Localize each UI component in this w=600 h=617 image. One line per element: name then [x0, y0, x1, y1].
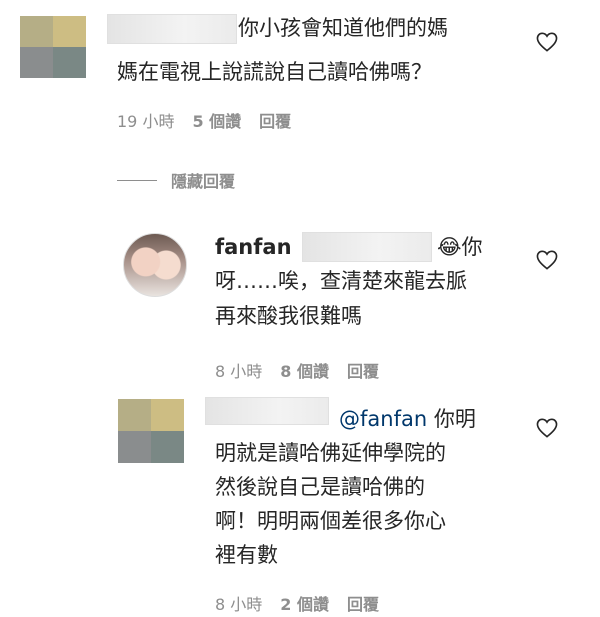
- like-count[interactable]: 8 個讚: [280, 358, 329, 382]
- avatar-tile: [118, 431, 151, 463]
- reply-text: 再來酸我很難嗎: [215, 304, 362, 328]
- avatar-tile: [20, 16, 53, 47]
- avatar-tile: [118, 399, 151, 431]
- hide-replies-toggle[interactable]: 隱藏回覆: [117, 168, 235, 192]
- avatar-tile: [53, 47, 86, 78]
- redacted-username: [205, 397, 329, 425]
- reply-text: 明就是讀哈佛延伸學院的: [215, 441, 446, 465]
- avatar-tile: [20, 47, 53, 78]
- reply-time[interactable]: 8 小時: [215, 358, 262, 382]
- reply-text: 啊！明明兩個差很多你心: [215, 509, 446, 533]
- reply-text: 呀……唉，查清楚來龍去脈: [215, 269, 467, 293]
- heart-icon[interactable]: [536, 418, 558, 438]
- redacted-username: [107, 14, 237, 44]
- heart-icon[interactable]: [536, 32, 558, 52]
- hide-replies-label: 隱藏回覆: [171, 172, 236, 191]
- divider-line: [117, 179, 157, 181]
- mention-link[interactable]: @fanfan: [339, 407, 427, 431]
- reply-button[interactable]: 回覆: [347, 591, 379, 615]
- avatar[interactable]: [20, 16, 86, 78]
- username-link[interactable]: fanfan: [215, 235, 292, 259]
- reply-time[interactable]: 8 小時: [215, 591, 262, 615]
- reply-text: 😂你: [437, 235, 483, 259]
- redacted-text: [302, 232, 432, 262]
- comment-time[interactable]: 19 小時: [117, 108, 174, 132]
- comment-text: 你小孩會知道他們的媽: [238, 16, 448, 40]
- reply-text: 裡有數: [215, 543, 278, 567]
- reply-meta: 8 小時 8 個讚 回覆: [215, 358, 379, 382]
- reply-text: 然後說自己是讀哈佛的: [215, 475, 425, 499]
- reply-text-tail: 你明: [433, 407, 476, 431]
- avatar[interactable]: [123, 233, 187, 297]
- like-count[interactable]: 2 個讚: [280, 591, 329, 615]
- reply-text: @fanfan 你明: [339, 404, 476, 434]
- reply-meta: 8 小時 2 個讚 回覆: [215, 591, 379, 615]
- comment-text: 媽在電視上說謊說自己讀哈佛嗎？: [117, 60, 432, 84]
- avatar[interactable]: [118, 399, 184, 463]
- reply-button[interactable]: 回覆: [347, 358, 379, 382]
- avatar-tile: [151, 431, 184, 463]
- comment-meta: 19 小時 5 個讚 回覆: [117, 108, 291, 132]
- like-count[interactable]: 5 個讚: [192, 108, 241, 132]
- avatar-tile: [151, 399, 184, 431]
- reply-button[interactable]: 回覆: [259, 108, 291, 132]
- avatar-tile: [53, 16, 86, 47]
- reply-text: fanfan: [215, 232, 300, 262]
- heart-icon[interactable]: [536, 250, 558, 270]
